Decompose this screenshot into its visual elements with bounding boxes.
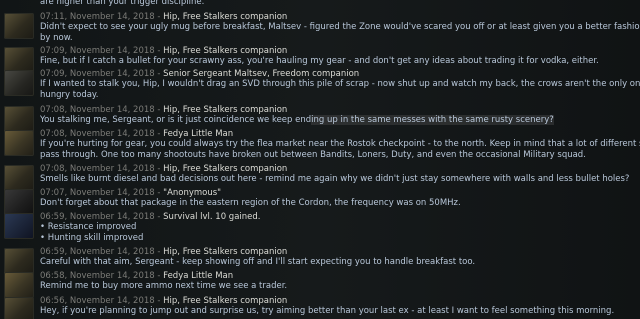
timestamp: 07:09, November 14, 2018 - (40, 69, 164, 79)
sender-name: Hip, Free Stalkers companion (163, 164, 288, 174)
message-text: Smells like burnt diesel and bad decisio… (40, 174, 630, 184)
timestamp: 07:07, November 14, 2018 - (40, 188, 164, 198)
sender-name: "Anonymous" (163, 188, 222, 198)
message-log[interactable]: are higher than your trigger discipline.… (0, 0, 640, 319)
hip-portrait-icon (4, 248, 34, 274)
maltsev-portrait-icon (4, 70, 34, 96)
entry-header: 06:59, November 14, 2018 - Hip, Free Sta… (40, 247, 287, 257)
tooltip-highlight: ing up in the same messes with the same … (311, 115, 554, 125)
timestamp: 06:59, November 14, 2018 - (40, 247, 164, 257)
entry-header: 06:56, November 14, 2018 - Hip, Free Sta… (40, 296, 287, 306)
message-text: are higher than your trigger discipline. (40, 0, 205, 7)
sender-name: Fedya Little Man (163, 129, 234, 139)
skill-bullet: • Hunting skill improved (40, 233, 144, 243)
sender-name: Hip, Free Stalkers companion (163, 296, 288, 306)
timestamp: 06:56, November 14, 2018 - (40, 296, 164, 306)
skill-bullet: • Resistance improved (40, 222, 137, 232)
timestamp: 07:11, November 14, 2018 - (40, 12, 164, 22)
hip-portrait-icon (4, 13, 34, 39)
entry-header: 06:59, November 14, 2018 - Survival lvl.… (40, 212, 260, 222)
survival-skill-icon (4, 213, 34, 239)
timestamp: 06:59, November 14, 2018 - (40, 212, 164, 222)
entry-header: 07:11, November 14, 2018 - Hip, Free Sta… (40, 12, 287, 22)
fedya-portrait-icon (4, 272, 34, 298)
sender-name: Hip, Free Stalkers companion (163, 12, 288, 22)
sender-name: Hip, Free Stalkers companion (163, 46, 288, 56)
sender-name: Hip, Free Stalkers companion (163, 105, 288, 115)
entry-header: 07:08, November 14, 2018 - Hip, Free Sta… (40, 105, 287, 115)
entry-header: 07:09, November 14, 2018 - Hip, Free Sta… (40, 46, 287, 56)
message-text: If you're hurting for gear, you could al… (40, 139, 640, 149)
message-text-cont: pass through. One too many shootouts hav… (40, 150, 586, 160)
message-text-cont: hungry today. (40, 90, 99, 100)
sender-name: Survival lvl. 10 gained. (163, 212, 261, 222)
sender-name: Senior Sergeant Maltsev, Freedom compani… (163, 69, 360, 79)
message-text: Hey, if you're planning to jump out and … (40, 306, 615, 316)
hip-portrait-icon (4, 297, 34, 319)
sender-name: Hip, Free Stalkers companion (163, 247, 288, 257)
message-text-cont: by now. (40, 33, 73, 43)
message-text: You stalking me, Sergeant, or is it just… (40, 115, 554, 125)
timestamp: 06:58, November 14, 2018 - (40, 271, 164, 281)
entry-header: 07:08, November 14, 2018 - Fedya Little … (40, 129, 233, 139)
sender-name: Fedya Little Man (163, 271, 234, 281)
message-text: Remind me to buy more ammo next time we … (40, 281, 288, 291)
message-text: If I wanted to stalk you, Hip, I wouldn'… (40, 79, 640, 89)
message-text: Didn't expect to see your ugly mug befor… (40, 22, 640, 32)
entry-header: 07:09, November 14, 2018 - Senior Sergea… (40, 69, 359, 79)
timestamp: 07:09, November 14, 2018 - (40, 46, 164, 56)
message-text: Careful with that aim, Sergeant - keep s… (40, 257, 476, 267)
hip-portrait-icon (4, 165, 34, 191)
timestamp: 07:08, November 14, 2018 - (40, 105, 164, 115)
message-text: Don't forget about that package in the e… (40, 198, 461, 208)
entry-header: 06:58, November 14, 2018 - Fedya Little … (40, 271, 233, 281)
entry-header: 07:08, November 14, 2018 - Hip, Free Sta… (40, 164, 287, 174)
timestamp: 07:08, November 14, 2018 - (40, 129, 164, 139)
hip-portrait-icon (4, 106, 34, 132)
anonymous-portrait-icon (4, 189, 34, 215)
message-text: Fine, but if I catch a bullet for your s… (40, 56, 599, 66)
entry-header: 07:07, November 14, 2018 - "Anonymous" (40, 188, 221, 198)
timestamp: 07:08, November 14, 2018 - (40, 164, 164, 174)
fedya-portrait-icon (4, 130, 34, 156)
